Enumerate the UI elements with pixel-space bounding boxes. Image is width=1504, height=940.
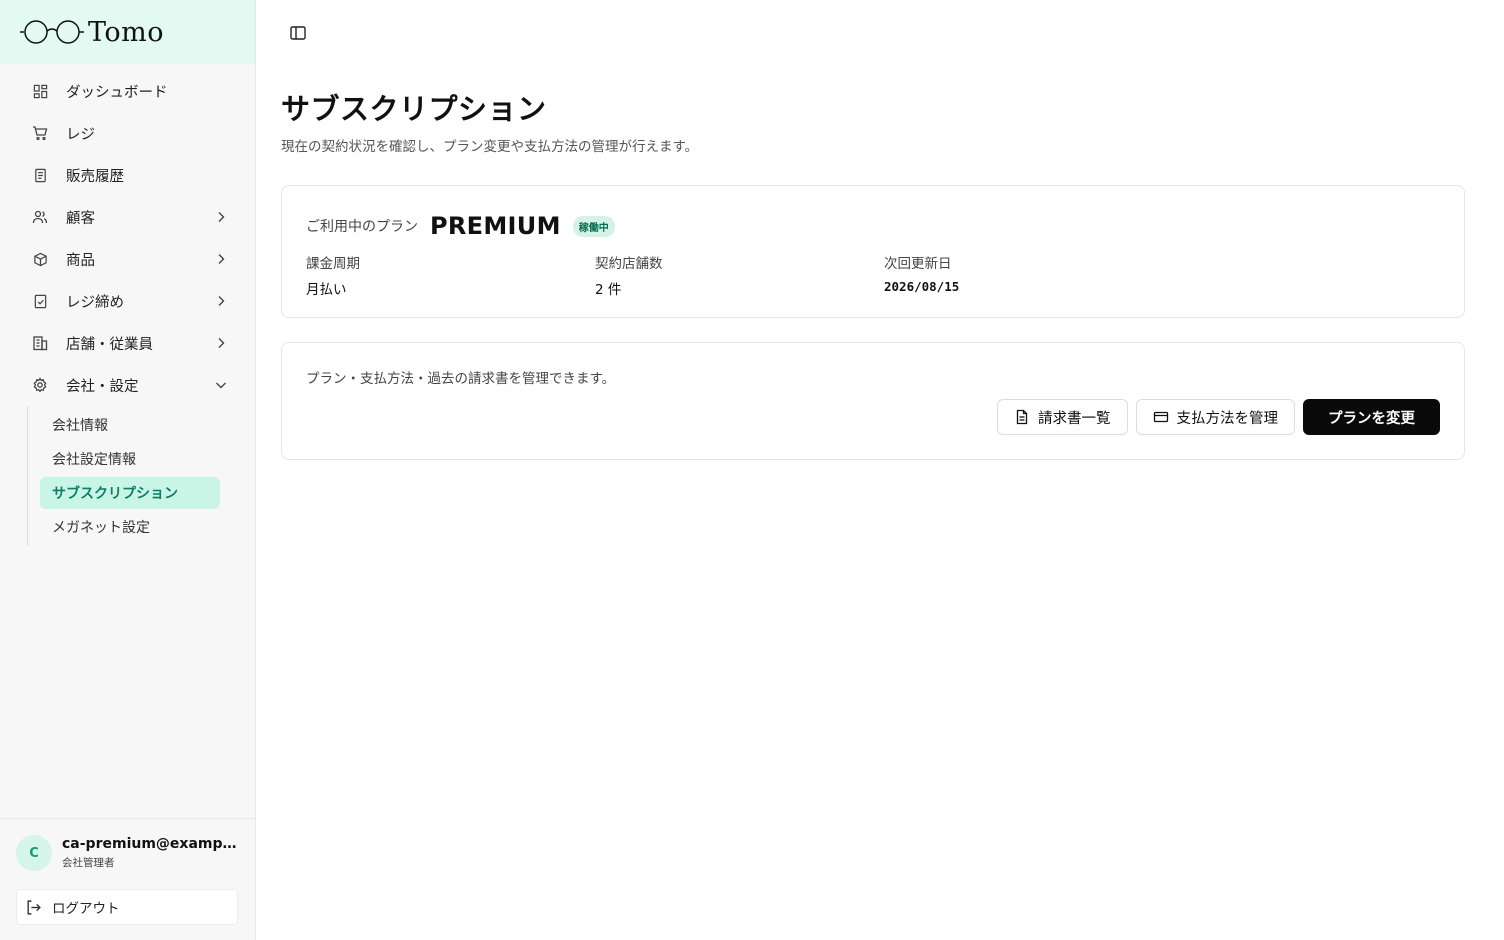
invoices-button-label: 請求書一覧 [1038, 410, 1111, 427]
manage-payment-button-label: 支払方法を管理 [1176, 410, 1279, 427]
receipt-icon [32, 167, 48, 183]
stat-label: 課金周期 [306, 256, 360, 272]
chevron-right-icon [218, 212, 225, 222]
current-plan-card: ご利用中のプラン PREMIUM 稼働中 課金周期 月払い 契約店舗数 2 件 … [281, 185, 1465, 318]
status-badge: 稼働中 [572, 215, 615, 237]
manage-card: プラン・支払方法・過去の請求書を管理できます。 請求書一覧 支払方法を管理 プラ… [281, 342, 1465, 460]
sidebar-item-label: 販売履歴 [66, 168, 124, 185]
chevron-right-icon [218, 296, 225, 306]
plan-label: ご利用中のプラン [306, 219, 418, 235]
user-role: 会社管理者 [62, 857, 115, 869]
invoices-button[interactable]: 請求書一覧 [997, 399, 1128, 435]
chevron-right-icon [218, 254, 225, 264]
change-plan-button[interactable]: プランを変更 [1303, 399, 1440, 435]
sidebar-item-label: ダッシュボード [66, 84, 168, 101]
chevron-down-icon [216, 382, 226, 389]
sidebar-item-stores-staff[interactable]: 店舗・従業員 [0, 322, 255, 364]
plan-stats: 課金周期 月払い 契約店舗数 2 件 次回更新日 2026/08/15 [306, 252, 1440, 298]
sidebar-subitem-company-settings-info[interactable]: 会社設定情報 [40, 442, 220, 476]
glasses-logo-icon [20, 20, 84, 44]
cart-icon [32, 125, 48, 141]
stat-store-count: 契約店舗数 2 件 [595, 252, 884, 298]
user-email: ca-premium@example.com [62, 836, 237, 852]
sidebar-item-customers[interactable]: 顧客 [0, 196, 255, 238]
sidebar-item-label: レジ [66, 126, 95, 143]
plan-header: ご利用中のプラン PREMIUM 稼働中 [306, 212, 1440, 240]
users-icon [32, 209, 48, 225]
stat-value: 2 件 [595, 282, 622, 298]
sidebar-item-products[interactable]: 商品 [0, 238, 255, 280]
sidebar-item-label: 商品 [66, 252, 95, 269]
chevron-right-icon [218, 338, 225, 348]
main-nav: ダッシュボード レジ 販売履歴 顧客 商品 レジ締め 店舗・従業員 会社・設定 … [0, 64, 255, 546]
dashboard-icon [32, 83, 48, 99]
manage-description: プラン・支払方法・過去の請求書を管理できます。 [306, 371, 616, 387]
sidebar-item-register-closing[interactable]: レジ締め [0, 280, 255, 322]
logout-icon [27, 899, 41, 915]
main-content: サブスクリプション 現在の契約状況を確認し、プラン変更や支払方法の管理が行えます… [281, 86, 1465, 460]
sidebar: Tomo ダッシュボード レジ 販売履歴 顧客 商品 レジ締め 店舗・従業員 会… [0, 0, 256, 940]
user-info: ca-premium@example.com 会社管理者 [62, 836, 237, 870]
credit-card-icon [1153, 409, 1169, 425]
sidebar-item-company-settings[interactable]: 会社・設定 [0, 364, 255, 406]
stat-billing-cycle: 課金周期 月払い [306, 252, 595, 298]
page-title: サブスクリプション [281, 92, 547, 126]
manage-payment-button[interactable]: 支払方法を管理 [1135, 399, 1295, 435]
action-buttons: 請求書一覧 支払方法を管理 プランを変更 [997, 399, 1440, 435]
stat-value: 2026/08/15 [884, 279, 960, 294]
sidebar-subitem-meganet-settings[interactable]: メガネット設定 [40, 510, 220, 544]
sidebar-item-dashboard[interactable]: ダッシュボード [0, 70, 255, 112]
company-settings-subnav: 会社情報 会社設定情報 サブスクリプション メガネット設定 [27, 406, 227, 546]
file-text-icon [1014, 409, 1030, 425]
gear-icon [32, 377, 48, 393]
stat-label: 契約店舗数 [595, 256, 663, 272]
sidebar-item-register[interactable]: レジ [0, 112, 255, 154]
sidebar-subitem-company-info[interactable]: 会社情報 [40, 408, 220, 442]
sidebar-subitem-subscription[interactable]: サブスクリプション [40, 477, 220, 509]
stat-next-renewal: 次回更新日 2026/08/15 [884, 252, 1173, 298]
panel-left-icon [290, 26, 306, 40]
building-icon [32, 335, 48, 351]
clipboard-check-icon [32, 293, 48, 309]
sidebar-item-sales-history[interactable]: 販売履歴 [0, 154, 255, 196]
user-profile[interactable]: C ca-premium@example.com 会社管理者 [16, 835, 239, 871]
brand-header[interactable]: Tomo [0, 0, 255, 64]
brand-name: Tomo [88, 16, 165, 48]
sidebar-item-label: 店舗・従業員 [66, 336, 153, 353]
avatar: C [16, 835, 52, 871]
sidebar-toggle-button[interactable] [289, 24, 307, 42]
sidebar-item-label: 会社・設定 [66, 378, 139, 395]
stat-value: 月払い [306, 282, 347, 298]
logout-label: ログアウト [52, 901, 120, 917]
sidebar-item-label: レジ締め [66, 294, 124, 311]
user-panel: C ca-premium@example.com 会社管理者 ログアウト [0, 818, 255, 925]
stat-label: 次回更新日 [884, 256, 952, 272]
logout-button[interactable]: ログアウト [16, 889, 238, 925]
package-icon [32, 251, 48, 267]
sidebar-item-label: 顧客 [66, 210, 95, 227]
plan-name: PREMIUM [430, 212, 561, 240]
page-description: 現在の契約状況を確認し、プラン変更や支払方法の管理が行えます。 [281, 139, 699, 155]
